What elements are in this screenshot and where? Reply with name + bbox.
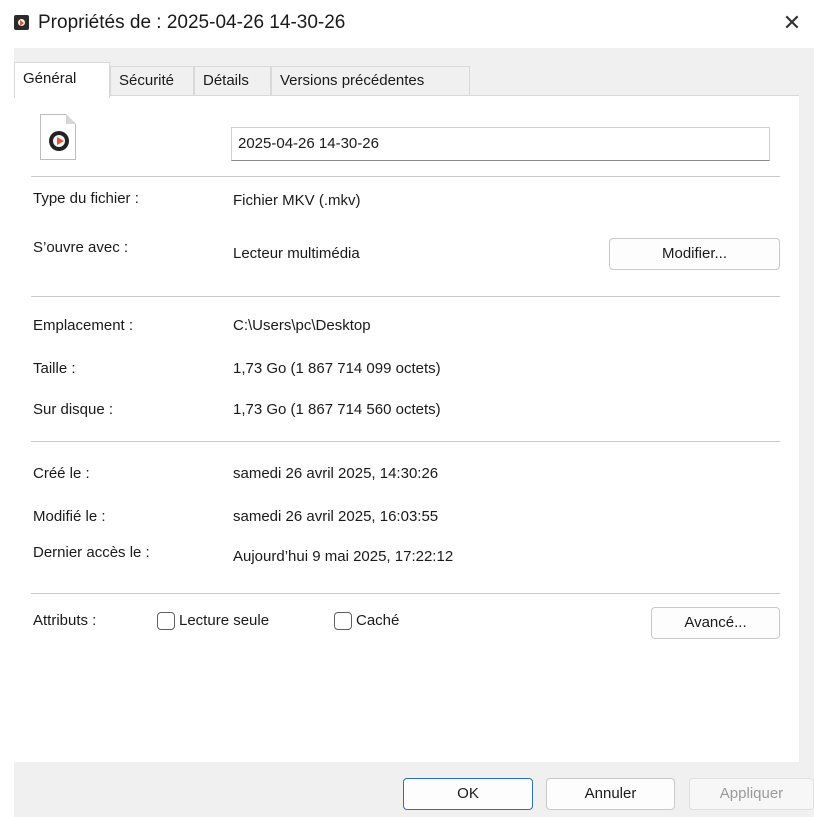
- location-label: Emplacement :: [33, 317, 134, 334]
- file-name-input[interactable]: 2025-04-26 14-30-26: [231, 127, 770, 161]
- separator: [31, 176, 780, 177]
- modified-value: samedi 26 avril 2025, 16:03:55: [233, 508, 439, 525]
- hidden-label: Caché: [356, 612, 400, 629]
- tab-security[interactable]: Sécurité: [110, 66, 194, 96]
- size-on-disk-label: Sur disque :: [33, 401, 114, 418]
- media-file-icon: [14, 15, 29, 30]
- size-on-disk-value: 1,73 Go (1 867 714 560 octets): [233, 401, 441, 418]
- advanced-button[interactable]: Avancé...: [651, 607, 780, 639]
- change-program-button[interactable]: Modifier...: [609, 238, 780, 270]
- separator: [31, 296, 780, 297]
- tab-general[interactable]: Général: [14, 62, 110, 98]
- apply-button[interactable]: Appliquer: [689, 778, 814, 810]
- hidden-checkbox[interactable]: [334, 612, 352, 630]
- modified-label: Modifié le :: [33, 508, 106, 525]
- mkv-media-file-icon: [40, 114, 76, 160]
- tab-details[interactable]: Détails: [194, 66, 271, 96]
- last-accessed-value: Aujourd’hui 9 mai 2025, 17:22:12: [233, 548, 454, 565]
- created-value: samedi 26 avril 2025, 14:30:26: [233, 465, 439, 482]
- title-bar: Propriétés de : 2025-04-26 14-30-26 ✕: [0, 0, 814, 48]
- window-title: Propriétés de : 2025-04-26 14-30-26: [38, 12, 346, 33]
- separator: [31, 441, 780, 442]
- created-label: Créé le :: [33, 465, 90, 482]
- opens-with-label: S’ouvre avec :: [33, 239, 129, 256]
- opens-with-value: Lecteur multimédia: [233, 245, 360, 262]
- ok-button[interactable]: OK: [403, 778, 533, 810]
- separator: [31, 593, 780, 594]
- size-label: Taille :: [33, 360, 76, 377]
- cancel-button[interactable]: Annuler: [546, 778, 675, 810]
- readonly-checkbox[interactable]: [157, 612, 175, 630]
- location-value: C:\Users\pc\Desktop: [233, 317, 371, 334]
- file-type-value: Fichier MKV (.mkv): [233, 192, 361, 209]
- close-button[interactable]: ✕: [770, 4, 814, 42]
- tab-previous-versions[interactable]: Versions précédentes: [271, 66, 470, 96]
- readonly-label: Lecture seule: [179, 612, 270, 629]
- file-type-label: Type du fichier :: [33, 190, 139, 207]
- size-value: 1,73 Go (1 867 714 099 octets): [233, 360, 441, 377]
- attributes-label: Attributs :: [33, 612, 97, 629]
- last-accessed-label: Dernier accès le :: [33, 544, 150, 561]
